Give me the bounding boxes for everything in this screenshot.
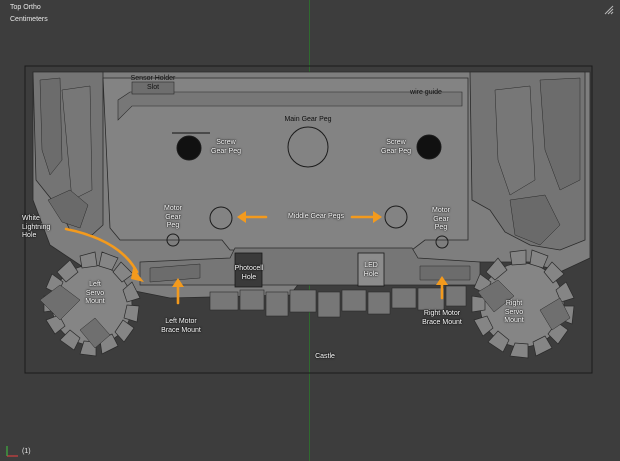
left-motor-brace-mount-label: Left Motor Brace Mount xyxy=(161,318,201,334)
motor-gear-peg-left-label: Motor Gear Peg xyxy=(164,205,182,229)
middle-gear-pegs-label: Middle Gear Pegs xyxy=(287,213,345,220)
motor-gear-peg-right-label: Motor Gear Peg xyxy=(432,207,450,231)
units-label: Centimeters xyxy=(10,16,48,23)
axis-gizmo-icon xyxy=(6,446,18,457)
screw-gear-peg-left-label: Screw Gear Peg xyxy=(211,139,241,155)
frame-number: (1) xyxy=(22,448,31,455)
right-servo-mount-label: Right Servo Mount xyxy=(504,300,524,324)
screw-gear-peg-right xyxy=(416,134,442,160)
castle-label: Castle xyxy=(315,353,335,360)
left-servo-mount-label: Left Servo Mount xyxy=(85,281,105,305)
right-motor-brace-mount-label: Right Motor Brace Mount xyxy=(422,310,462,326)
main-gear-peg-label: Main Gear Peg xyxy=(284,116,332,123)
white-lightning-hole-label: White Lightning Hole xyxy=(22,215,51,239)
led-hole-label: LED Hole xyxy=(363,262,379,278)
sensor-holder-slot-label: Sensor Holder Slot xyxy=(130,75,176,91)
3d-viewport[interactable]: Top Ortho Centimeters (1) Sensor Holder … xyxy=(0,0,620,461)
mesh-top-view[interactable] xyxy=(0,0,620,461)
screw-gear-peg-right-label: Screw Gear Peg xyxy=(381,139,411,155)
split-view-icon[interactable] xyxy=(604,5,614,15)
photocell-hole-label: Photocell Hole xyxy=(234,265,264,281)
wire-guide-label: wire guide xyxy=(410,89,442,96)
view-name: Top Ortho xyxy=(10,4,41,11)
screw-gear-peg-left xyxy=(176,135,202,161)
